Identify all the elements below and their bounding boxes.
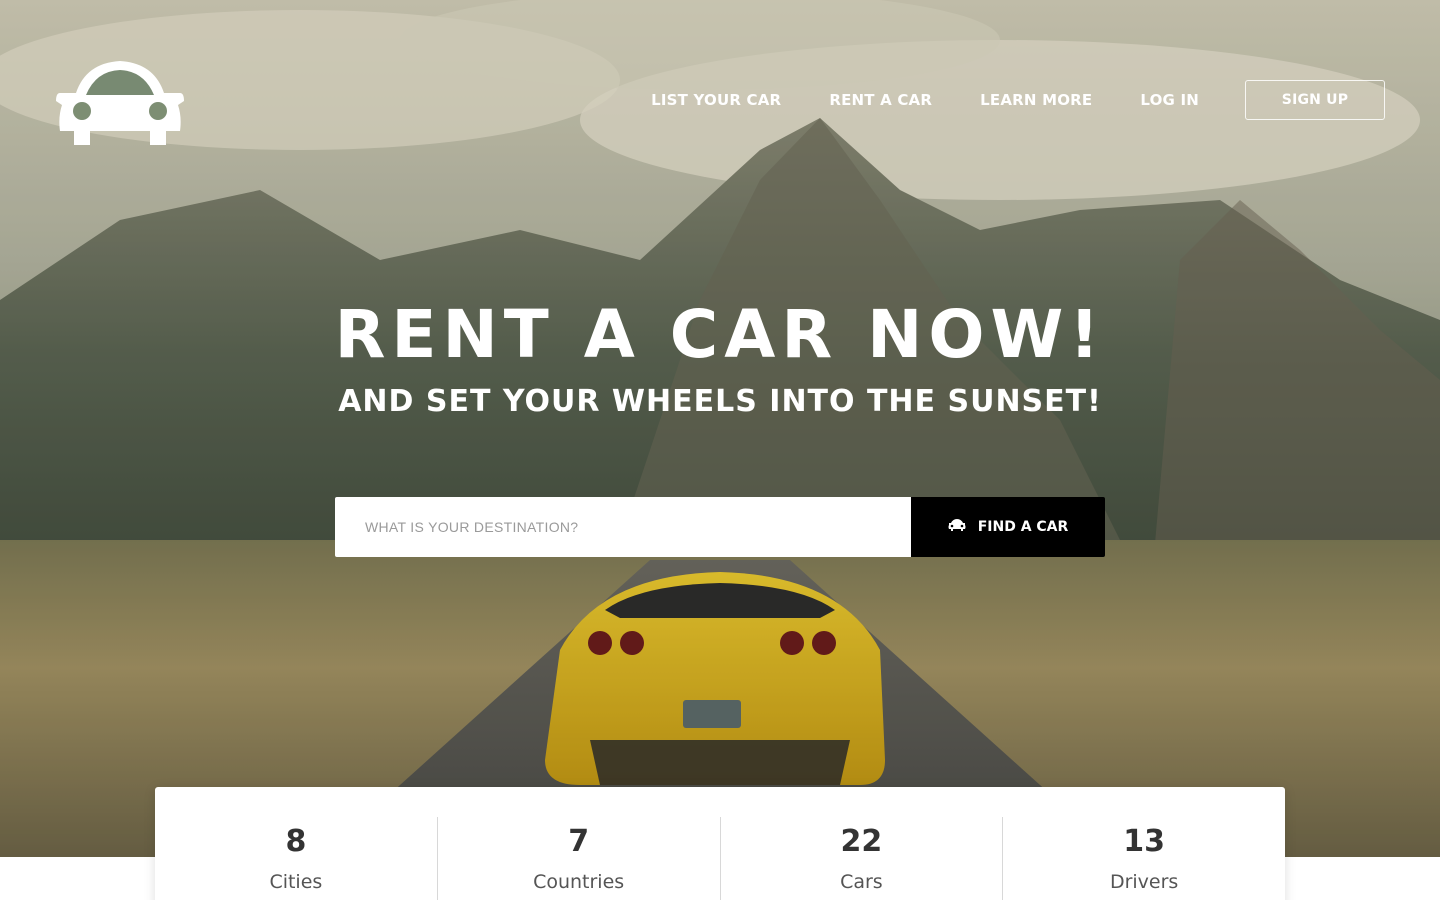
stat-label: Drivers [1109, 871, 1179, 893]
hero-title: RENT A CAR NOW! [334, 296, 1106, 373]
stat-countries: 7 Countries [438, 817, 721, 900]
stat-value: 13 [1123, 824, 1165, 859]
hero-subtitle: AND SET YOUR WHEELS INTO THE SUNSET! [338, 384, 1102, 419]
car-icon [948, 518, 966, 536]
logo-car-icon[interactable] [56, 55, 184, 147]
stat-cars: 22 Cars [721, 817, 1004, 900]
stat-label: Cities [269, 871, 323, 893]
stat-label: Cars [840, 871, 883, 893]
stat-value: 7 [568, 824, 590, 859]
stat-label: Countries [533, 871, 625, 893]
stat-cities: 8 Cities [155, 817, 438, 900]
find-a-car-label: FIND A CAR [977, 519, 1069, 535]
stats-panel: 8 Cities 7 Countries 22 Cars 13 Drivers [155, 787, 1285, 900]
find-a-car-button[interactable]: FIND A CAR [911, 497, 1105, 557]
nav-log-in[interactable]: LOG IN [1140, 91, 1199, 109]
stat-drivers: 13 Drivers [1003, 817, 1285, 900]
nav-rent-a-car[interactable]: RENT A CAR [829, 91, 932, 109]
main-nav: LIST YOUR CAR RENT A CAR LEARN MORE LOG … [651, 80, 1385, 120]
nav-learn-more[interactable]: LEARN MORE [980, 91, 1092, 109]
destination-input[interactable] [335, 497, 911, 557]
destination-search-bar: FIND A CAR [335, 497, 1105, 557]
hero-section: LIST YOUR CAR RENT A CAR LEARN MORE LOG … [0, 0, 1440, 857]
nav-list-your-car[interactable]: LIST YOUR CAR [651, 91, 781, 109]
stat-value: 22 [840, 824, 883, 859]
stat-value: 8 [285, 824, 307, 859]
hero-background-image [0, 0, 1440, 857]
sign-up-button[interactable]: SIGN UP [1245, 80, 1385, 120]
